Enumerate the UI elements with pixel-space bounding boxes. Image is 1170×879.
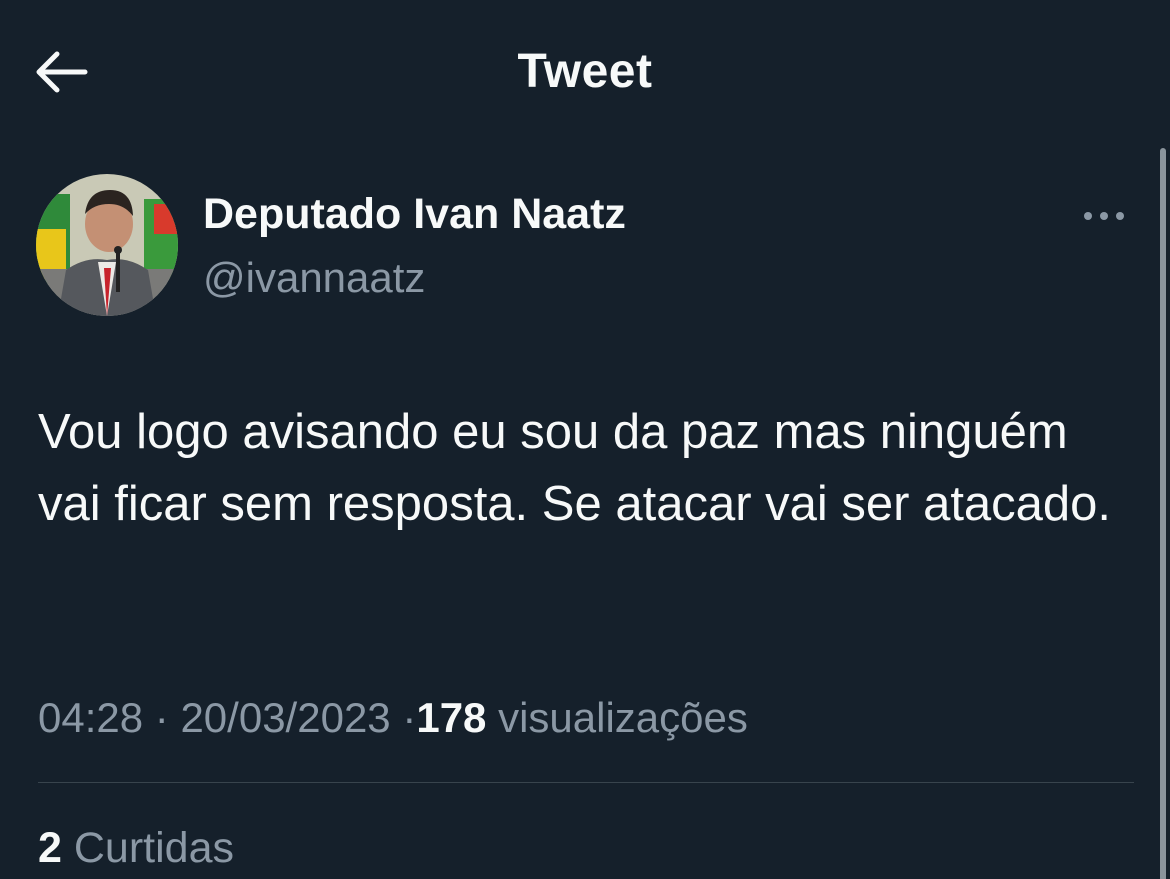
tweet-text: Vou logo avisando eu sou da paz mas ning… xyxy=(38,405,1112,531)
views-count: 178 xyxy=(416,694,487,741)
avatar[interactable] xyxy=(36,174,178,316)
tweet-time[interactable]: 04:28 xyxy=(38,694,143,741)
more-options-button[interactable] xyxy=(1076,196,1132,236)
divider xyxy=(38,782,1134,783)
author-handle[interactable]: @ivannaatz xyxy=(203,254,425,302)
tweet-detail-page: Tweet Deputado Ivan Naatz @ivannaatz Vou… xyxy=(0,0,1170,879)
profile-photo xyxy=(36,174,178,316)
scrollbar[interactable] xyxy=(1160,148,1166,879)
likes-link[interactable]: 2 Curtidas xyxy=(38,824,234,873)
tweet-date[interactable]: 20/03/2023 xyxy=(180,694,390,741)
likes-count: 2 xyxy=(38,824,62,872)
top-bar: Tweet xyxy=(0,0,1170,140)
author-name[interactable]: Deputado Ivan Naatz xyxy=(203,190,626,239)
tweet-meta: 04:28 · 20/03/2023 ·178 visualizações xyxy=(38,694,748,742)
page-title: Tweet xyxy=(517,45,653,98)
likes-label: Curtidas xyxy=(73,824,234,872)
meta-separator: · xyxy=(402,694,417,741)
views-label: visualizações xyxy=(498,694,748,741)
more-horizontal-icon xyxy=(1084,212,1124,220)
meta-separator: · xyxy=(154,694,169,741)
